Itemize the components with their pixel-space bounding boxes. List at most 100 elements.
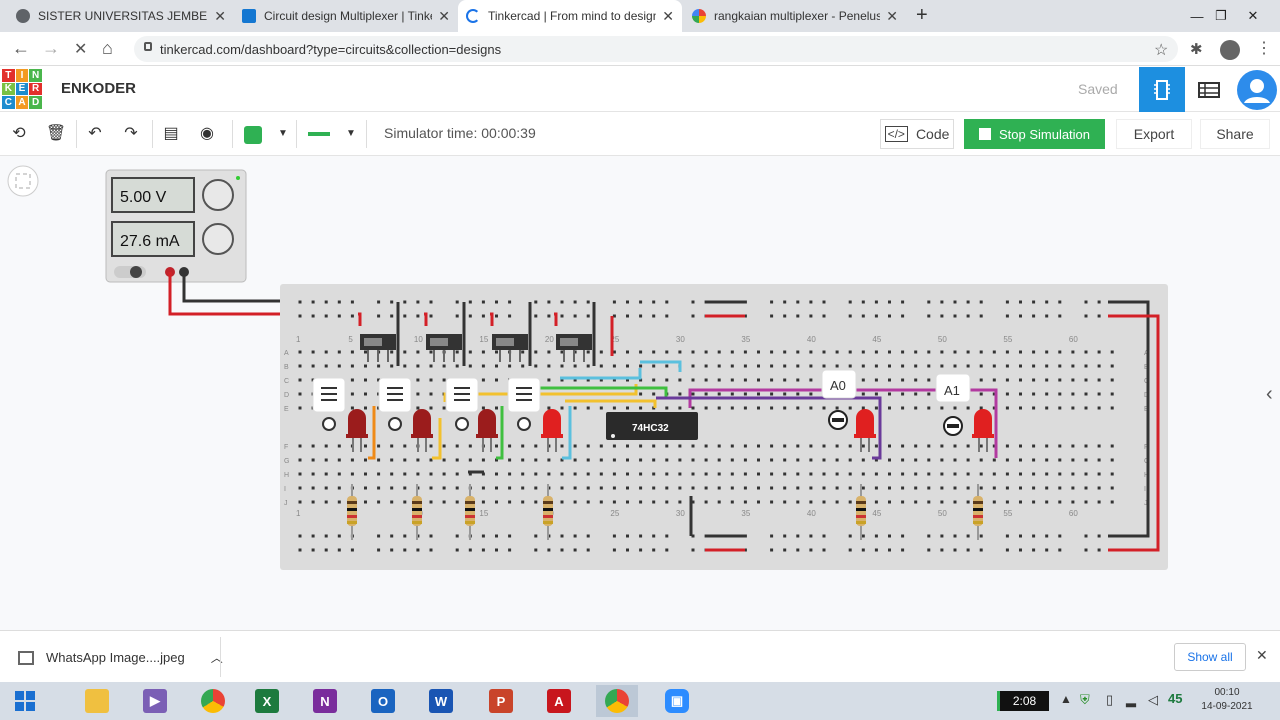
chevron-down-icon[interactable]: ▼ bbox=[340, 122, 362, 144]
circuit-view-button[interactable] bbox=[1139, 67, 1185, 112]
close-icon[interactable]: ✕ bbox=[438, 8, 450, 25]
acrobat-icon[interactable]: A bbox=[538, 685, 580, 717]
stop-loading-button[interactable]: ✕ bbox=[74, 39, 87, 59]
battery-icon[interactable]: ▯ bbox=[1106, 692, 1113, 708]
windows-logo bbox=[15, 691, 35, 711]
close-icon[interactable]: ✕ bbox=[214, 8, 226, 25]
forward-button[interactable]: → bbox=[42, 38, 60, 59]
tab-sister[interactable]: SISTER UNIVERSITAS JEMBER ✕ bbox=[8, 0, 234, 32]
share-button[interactable]: Share bbox=[1200, 119, 1270, 149]
logo-letter: T bbox=[2, 69, 15, 82]
export-label: Export bbox=[1133, 126, 1175, 142]
column-number: 45 bbox=[872, 509, 881, 518]
user-icon bbox=[1237, 69, 1277, 110]
column-number: 55 bbox=[1003, 335, 1012, 344]
tinkercad-icon bbox=[242, 9, 256, 23]
outlook-icon[interactable]: O bbox=[362, 685, 404, 717]
word-icon[interactable]: W bbox=[420, 685, 462, 717]
restore-button[interactable]: ❐ bbox=[1204, 0, 1238, 32]
stop-simulation-button[interactable]: Stop Simulation bbox=[964, 119, 1105, 149]
circuit-workspace[interactable]: ‹ 5.00 V 27.6 mA 11551010151520202525303… bbox=[0, 156, 1280, 630]
row-letter: F bbox=[284, 444, 288, 451]
show-all-button[interactable]: Show all bbox=[1174, 643, 1246, 671]
excel-icon[interactable]: X bbox=[246, 685, 288, 717]
component-list-button[interactable] bbox=[1186, 67, 1232, 112]
delete-icon[interactable]: 🗑 bbox=[45, 122, 67, 144]
notes-icon[interactable]: ▤ bbox=[160, 122, 182, 144]
clock-time: 00:10 bbox=[1214, 687, 1240, 698]
chrome-active-icon[interactable] bbox=[596, 685, 638, 717]
file-explorer-icon[interactable] bbox=[76, 685, 118, 717]
system-clock[interactable]: 00:10 14-09-2021 bbox=[1195, 686, 1259, 714]
circuit-canvas[interactable]: ‹ 5.00 V 27.6 mA 11551010151520202525303… bbox=[0, 156, 1280, 630]
tab-circuit-design[interactable]: Circuit design Multiplexer | Tinke ✕ bbox=[234, 0, 458, 32]
column-number: 50 bbox=[938, 335, 947, 344]
loading-icon bbox=[466, 9, 480, 23]
share-label: Share bbox=[1216, 126, 1254, 142]
code-button[interactable]: </> Code bbox=[880, 119, 954, 149]
url-field[interactable]: tinkercad.com/dashboard?type=circuits&co… bbox=[134, 36, 1178, 62]
column-number: 15 bbox=[479, 335, 488, 344]
stop-icon bbox=[978, 128, 991, 140]
recording-badge[interactable]: 2:08 bbox=[997, 691, 1049, 711]
new-tab-button[interactable]: + bbox=[916, 4, 928, 27]
profile-avatar[interactable] bbox=[1220, 40, 1240, 60]
extensions-icon[interactable]: ✱ bbox=[1190, 40, 1203, 58]
volume-icon[interactable]: ◁ bbox=[1148, 692, 1158, 708]
visual-studio-icon[interactable]: ▶ bbox=[134, 685, 176, 717]
power-supply[interactable] bbox=[105, 169, 247, 283]
tab-tinkercad[interactable]: Tinkercad | From mind to design ✕ bbox=[458, 0, 682, 32]
project-title[interactable]: ENKODER bbox=[61, 80, 136, 97]
close-icon[interactable]: ✕ bbox=[662, 8, 674, 25]
app-header: T I N K E R C A D ENKODER Saved bbox=[0, 67, 1280, 112]
close-window-button[interactable]: ✕ bbox=[1236, 0, 1270, 32]
chrome-taskbar-icon[interactable] bbox=[192, 685, 234, 717]
logo-letter: E bbox=[15, 82, 29, 96]
ic-label: 74HC32 bbox=[632, 423, 669, 434]
windows-start-icon[interactable] bbox=[4, 685, 46, 717]
tray-chevron-icon[interactable]: ▲ bbox=[1060, 692, 1072, 706]
current-readout: 27.6 mA bbox=[120, 233, 180, 250]
undo-icon[interactable]: ↶ bbox=[84, 122, 106, 144]
download-item[interactable]: WhatsApp Image....jpeg ︿ bbox=[18, 649, 223, 666]
close-icon[interactable]: ✕ bbox=[886, 8, 898, 25]
tab-title: SISTER UNIVERSITAS JEMBER bbox=[38, 9, 209, 23]
row-letter: H bbox=[284, 472, 289, 479]
menu-icon[interactable]: ⋮ bbox=[1256, 38, 1272, 58]
column-number: 20 bbox=[545, 335, 554, 344]
tray-badge-number: 45 bbox=[1168, 691, 1183, 706]
wire-type-icon[interactable] bbox=[308, 132, 330, 136]
badge-time: 2:08 bbox=[1012, 694, 1037, 708]
logo-letter: N bbox=[29, 69, 42, 82]
powerpoint-icon[interactable]: P bbox=[480, 685, 522, 717]
wire-color-swatch[interactable] bbox=[244, 126, 262, 144]
fit-view-icon[interactable] bbox=[7, 165, 39, 197]
rotate-icon[interactable]: ⟲ bbox=[8, 122, 30, 144]
home-icon[interactable]: ⌂ bbox=[102, 38, 113, 59]
network-icon[interactable]: ▂ bbox=[1126, 692, 1136, 708]
chevron-down-icon[interactable]: ▼ bbox=[272, 122, 294, 144]
logo-letter: D bbox=[29, 96, 42, 109]
logo-letter: C bbox=[2, 96, 15, 109]
visibility-icon[interactable]: ◉ bbox=[196, 122, 218, 144]
user-avatar[interactable] bbox=[1234, 67, 1280, 112]
bookmark-star-icon[interactable]: ☆ bbox=[1154, 40, 1168, 60]
tab-google[interactable]: rangkaian multiplexer - Penelusu ✕ bbox=[684, 0, 906, 32]
divider bbox=[296, 120, 297, 148]
onenote-icon[interactable]: N bbox=[304, 685, 346, 717]
back-button[interactable]: ← bbox=[12, 38, 30, 59]
tab-title: Circuit design Multiplexer | Tinke bbox=[264, 9, 433, 23]
close-icon[interactable]: ✕ bbox=[1256, 647, 1268, 664]
voltage-readout: 5.00 V bbox=[120, 189, 167, 206]
export-button[interactable]: Export bbox=[1116, 119, 1192, 149]
tinkercad-logo[interactable]: T I N K E R C A D bbox=[2, 69, 42, 109]
panel-toggle-icon[interactable]: ‹ bbox=[1266, 383, 1273, 405]
redo-icon[interactable]: ↷ bbox=[120, 122, 142, 144]
column-number: 25 bbox=[610, 509, 619, 518]
zoom-icon[interactable]: ▣ bbox=[656, 685, 698, 717]
download-file-name: WhatsApp Image....jpeg bbox=[46, 650, 185, 665]
divider bbox=[366, 120, 367, 148]
simulator-time: Simulator time: 00:00:39 bbox=[384, 125, 536, 141]
security-icon[interactable]: ⛨ bbox=[1080, 692, 1090, 708]
address-bar-row: ← → ✕ ⌂ tinkercad.com/dashboard?type=cir… bbox=[0, 32, 1280, 66]
